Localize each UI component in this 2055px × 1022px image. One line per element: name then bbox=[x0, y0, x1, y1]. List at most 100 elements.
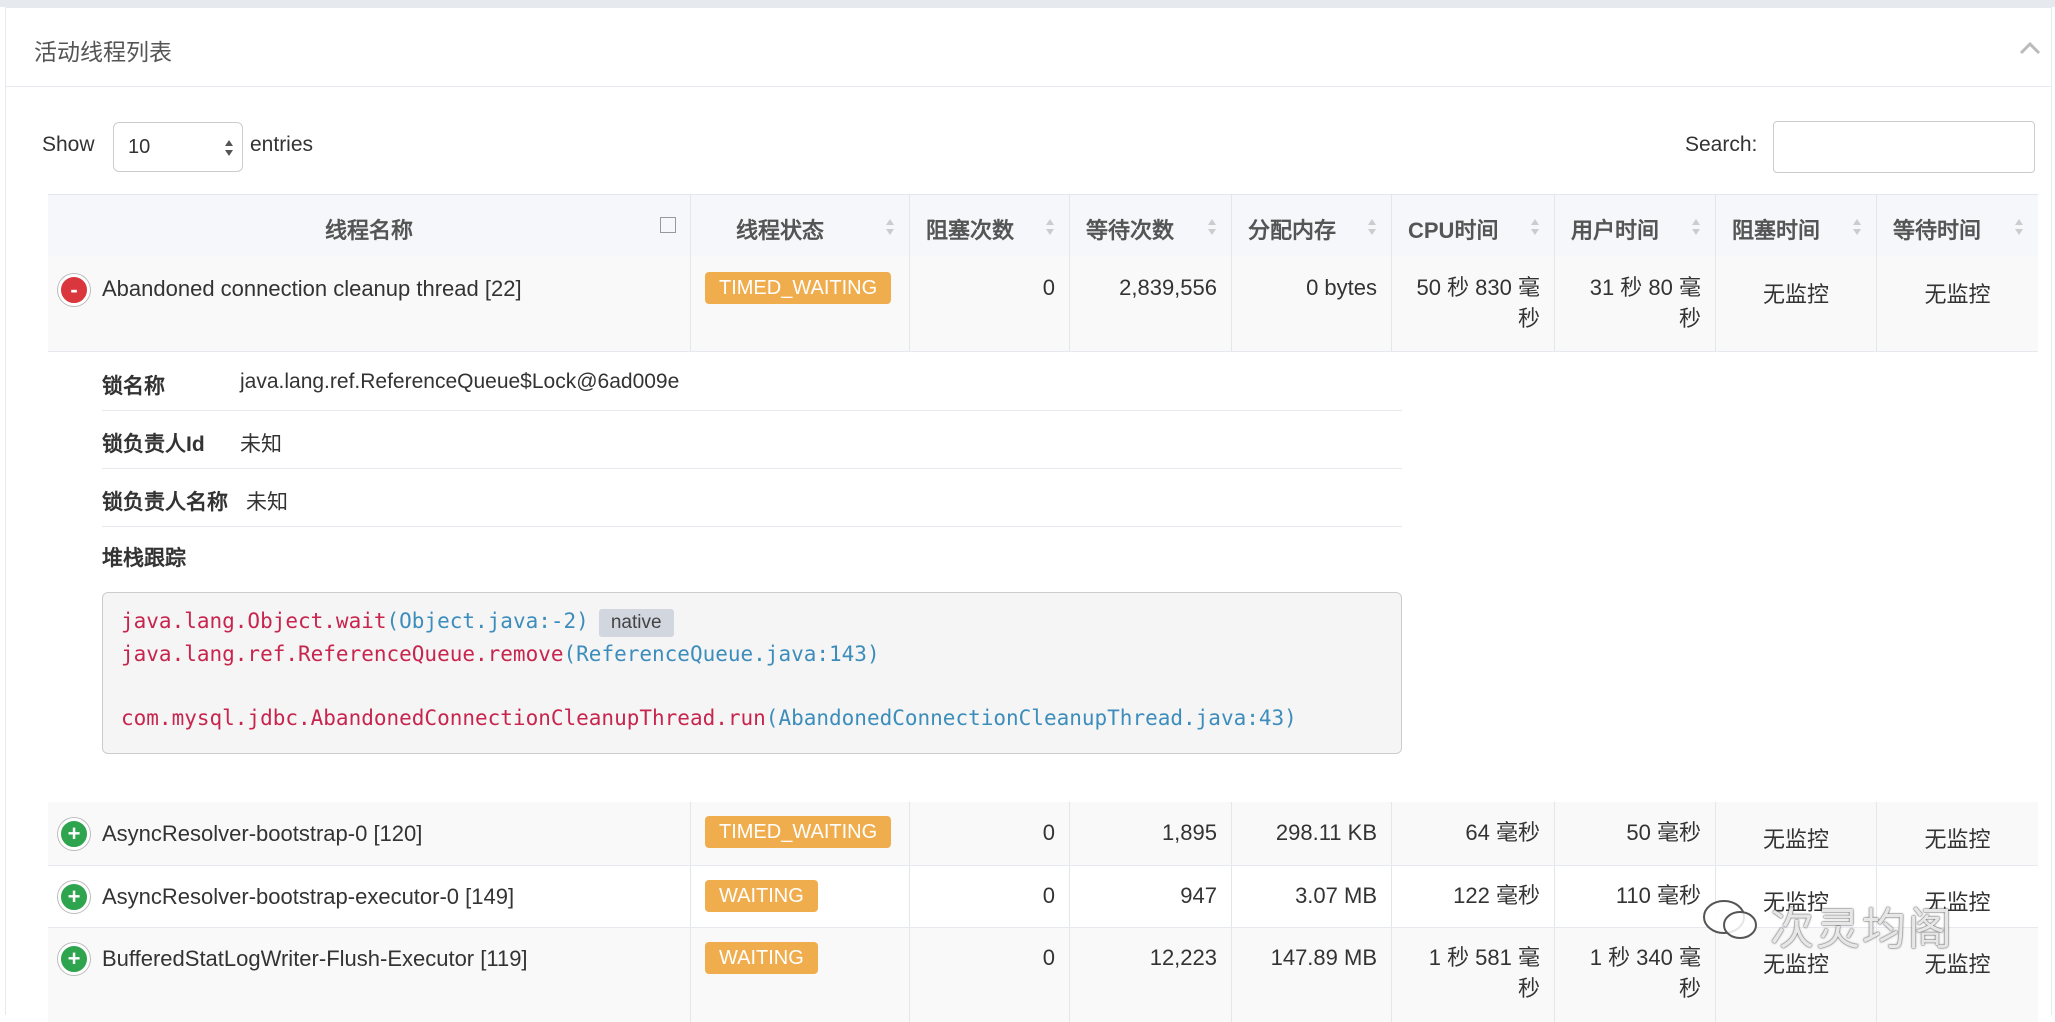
cpu-time-line1: 50 秒 830 毫 bbox=[1416, 275, 1540, 300]
sort-icon bbox=[2015, 219, 2023, 235]
stack-file: (ReferenceQueue.java:143) bbox=[563, 642, 880, 666]
cell-blocked: 0 bbox=[910, 256, 1070, 351]
cell-waited: 947 bbox=[1070, 866, 1232, 927]
panel-title: 活动线程列表 bbox=[34, 39, 172, 65]
sort-icon bbox=[1046, 219, 1054, 235]
thread-detail: 锁名称 java.lang.ref.ReferenceQueue$Lock@6a… bbox=[48, 352, 2038, 803]
table-row[interactable]: - Abandoned connection cleanup thread [2… bbox=[48, 256, 2038, 352]
cell-memory: 3.07 MB bbox=[1232, 866, 1392, 927]
thread-name: Abandoned connection cleanup thread [22] bbox=[102, 276, 522, 301]
thread-name: BufferedStatLogWriter-Flush-Executor [11… bbox=[102, 946, 528, 971]
stack-file: (AbandonedConnectionCleanupThread.java:4… bbox=[765, 706, 1297, 730]
sort-icon bbox=[1692, 219, 1700, 235]
cell-block-time: 无监控 bbox=[1716, 256, 1877, 351]
top-strip bbox=[0, 0, 2055, 7]
col-header-label: 用户时间 bbox=[1571, 218, 1660, 243]
col-header-label: 阻塞次数 bbox=[926, 218, 1015, 243]
cell-state: WAITING bbox=[691, 928, 910, 1022]
cell-state: TIMED_WAITING bbox=[691, 802, 910, 865]
blocked-count: 0 bbox=[1042, 275, 1055, 300]
expand-row-icon[interactable]: + bbox=[58, 943, 90, 975]
cell-memory: 298.11 KB bbox=[1232, 802, 1392, 865]
search-label: Search: bbox=[1685, 133, 1758, 156]
status-badge: WAITING bbox=[705, 942, 818, 974]
checkbox-icon[interactable] bbox=[660, 217, 676, 233]
allocated-memory: 298.11 KB bbox=[1275, 820, 1377, 845]
cell-state: TIMED_WAITING bbox=[691, 256, 910, 351]
sort-icon bbox=[1368, 219, 1376, 235]
col-header-blocked[interactable]: 阻塞次数 bbox=[910, 195, 1070, 257]
user-time-line2: 秒 bbox=[1678, 306, 1701, 331]
cell-cpu-time: 122 毫秒 bbox=[1392, 866, 1555, 927]
page-length-value: 10 bbox=[128, 136, 151, 158]
user-time-line1: 50 毫秒 bbox=[1626, 820, 1701, 845]
col-header-label: 等待时间 bbox=[1893, 218, 1982, 243]
cpu-time-line1: 64 毫秒 bbox=[1465, 820, 1540, 845]
cell-block-time: 无监控 bbox=[1716, 802, 1877, 865]
col-header-label: 分配内存 bbox=[1248, 218, 1337, 243]
col-header-memory[interactable]: 分配内存 bbox=[1232, 195, 1392, 257]
wait-time: 无监控 bbox=[1924, 282, 1991, 307]
col-header-user-time[interactable]: 用户时间 bbox=[1555, 195, 1716, 257]
col-header-wait-time[interactable]: 等待时间 bbox=[1877, 195, 2038, 257]
col-header-cpu-time[interactable]: CPU时间 bbox=[1392, 195, 1555, 257]
lock-name-label: 锁名称 bbox=[102, 375, 165, 398]
stack-line: java.lang.ref.ReferenceQueue.remove(Refe… bbox=[121, 642, 880, 666]
wait-time: 无监控 bbox=[1924, 827, 1991, 852]
cpu-time-line1: 1 秒 581 毫 bbox=[1428, 945, 1540, 970]
blocked-count: 0 bbox=[1042, 820, 1055, 845]
col-header-name[interactable]: 线程名称 bbox=[48, 195, 691, 257]
table-header: 线程名称 线程状态 阻塞次数 等待次数 分配内存 CPU时间 用户时间 阻塞时间… bbox=[48, 194, 2038, 259]
cell-user-time: 110 毫秒 bbox=[1555, 866, 1716, 927]
allocated-memory: 147.89 MB bbox=[1270, 945, 1377, 970]
col-header-label: 等待次数 bbox=[1086, 218, 1175, 243]
user-time-line2: 秒 bbox=[1678, 976, 1701, 1001]
cell-state: WAITING bbox=[691, 866, 910, 927]
col-header-block-time[interactable]: 阻塞时间 bbox=[1716, 195, 1877, 257]
cell-name: + AsyncResolver-bootstrap-0 [120] bbox=[48, 802, 691, 865]
sort-icon bbox=[1853, 219, 1861, 235]
block-time: 无监控 bbox=[1762, 282, 1829, 307]
user-time-line1: 110 毫秒 bbox=[1615, 883, 1701, 908]
cell-blocked: 0 bbox=[910, 928, 1070, 1022]
panel-header: 活动线程列表 bbox=[6, 8, 2051, 87]
table-row[interactable]: + AsyncResolver-bootstrap-0 [120] TIMED_… bbox=[48, 802, 2038, 866]
waited-count: 2,839,556 bbox=[1119, 275, 1217, 300]
expand-row-icon[interactable]: + bbox=[58, 881, 90, 913]
select-arrows-icon bbox=[225, 140, 233, 156]
col-header-state[interactable]: 线程状态 bbox=[691, 195, 910, 257]
expand-row-icon[interactable]: + bbox=[58, 818, 90, 850]
stack-method: com.mysql.jdbc.AbandonedConnectionCleanu… bbox=[121, 706, 766, 730]
lock-name-row: 锁名称 java.lang.ref.ReferenceQueue$Lock@6a… bbox=[102, 352, 1402, 411]
cell-user-time: 50 毫秒 bbox=[1555, 802, 1716, 865]
sort-icon bbox=[1208, 219, 1216, 235]
blocked-count: 0 bbox=[1042, 945, 1055, 970]
sort-icon bbox=[1531, 219, 1539, 235]
cell-waited: 1,895 bbox=[1070, 802, 1232, 865]
chevron-up-icon[interactable] bbox=[2017, 36, 2043, 62]
col-header-label: 阻塞时间 bbox=[1732, 218, 1821, 243]
thread-name: AsyncResolver-bootstrap-0 [120] bbox=[102, 821, 423, 846]
stack-method: java.lang.Object.wait bbox=[121, 609, 387, 633]
page-length-select[interactable]: 10 bbox=[113, 122, 243, 172]
blocked-count: 0 bbox=[1042, 883, 1055, 908]
cpu-time-line2: 秒 bbox=[1517, 976, 1540, 1001]
status-badge: TIMED_WAITING bbox=[705, 272, 892, 304]
thread-name: AsyncResolver-bootstrap-executor-0 [149] bbox=[102, 884, 515, 909]
allocated-memory: 0 bytes bbox=[1306, 275, 1377, 300]
cell-user-time: 1 秒 340 毫 秒 bbox=[1555, 928, 1716, 1022]
collapse-row-icon[interactable]: - bbox=[58, 274, 90, 306]
block-time: 无监控 bbox=[1762, 827, 1829, 852]
user-time-line1: 1 秒 340 毫 bbox=[1589, 945, 1701, 970]
cell-wait-time: 无监控 bbox=[1877, 256, 2038, 351]
search-input[interactable] bbox=[1773, 121, 2035, 173]
cell-wait-time: 无监控 bbox=[1877, 802, 2038, 865]
native-badge: native bbox=[598, 609, 674, 637]
cell-blocked: 0 bbox=[910, 866, 1070, 927]
wechat-icon bbox=[1703, 900, 1757, 939]
allocated-memory: 3.07 MB bbox=[1295, 883, 1377, 908]
cell-cpu-time: 64 毫秒 bbox=[1392, 802, 1555, 865]
col-header-label: 线程状态 bbox=[736, 218, 825, 243]
sort-icon bbox=[886, 219, 894, 235]
col-header-waited[interactable]: 等待次数 bbox=[1070, 195, 1232, 257]
